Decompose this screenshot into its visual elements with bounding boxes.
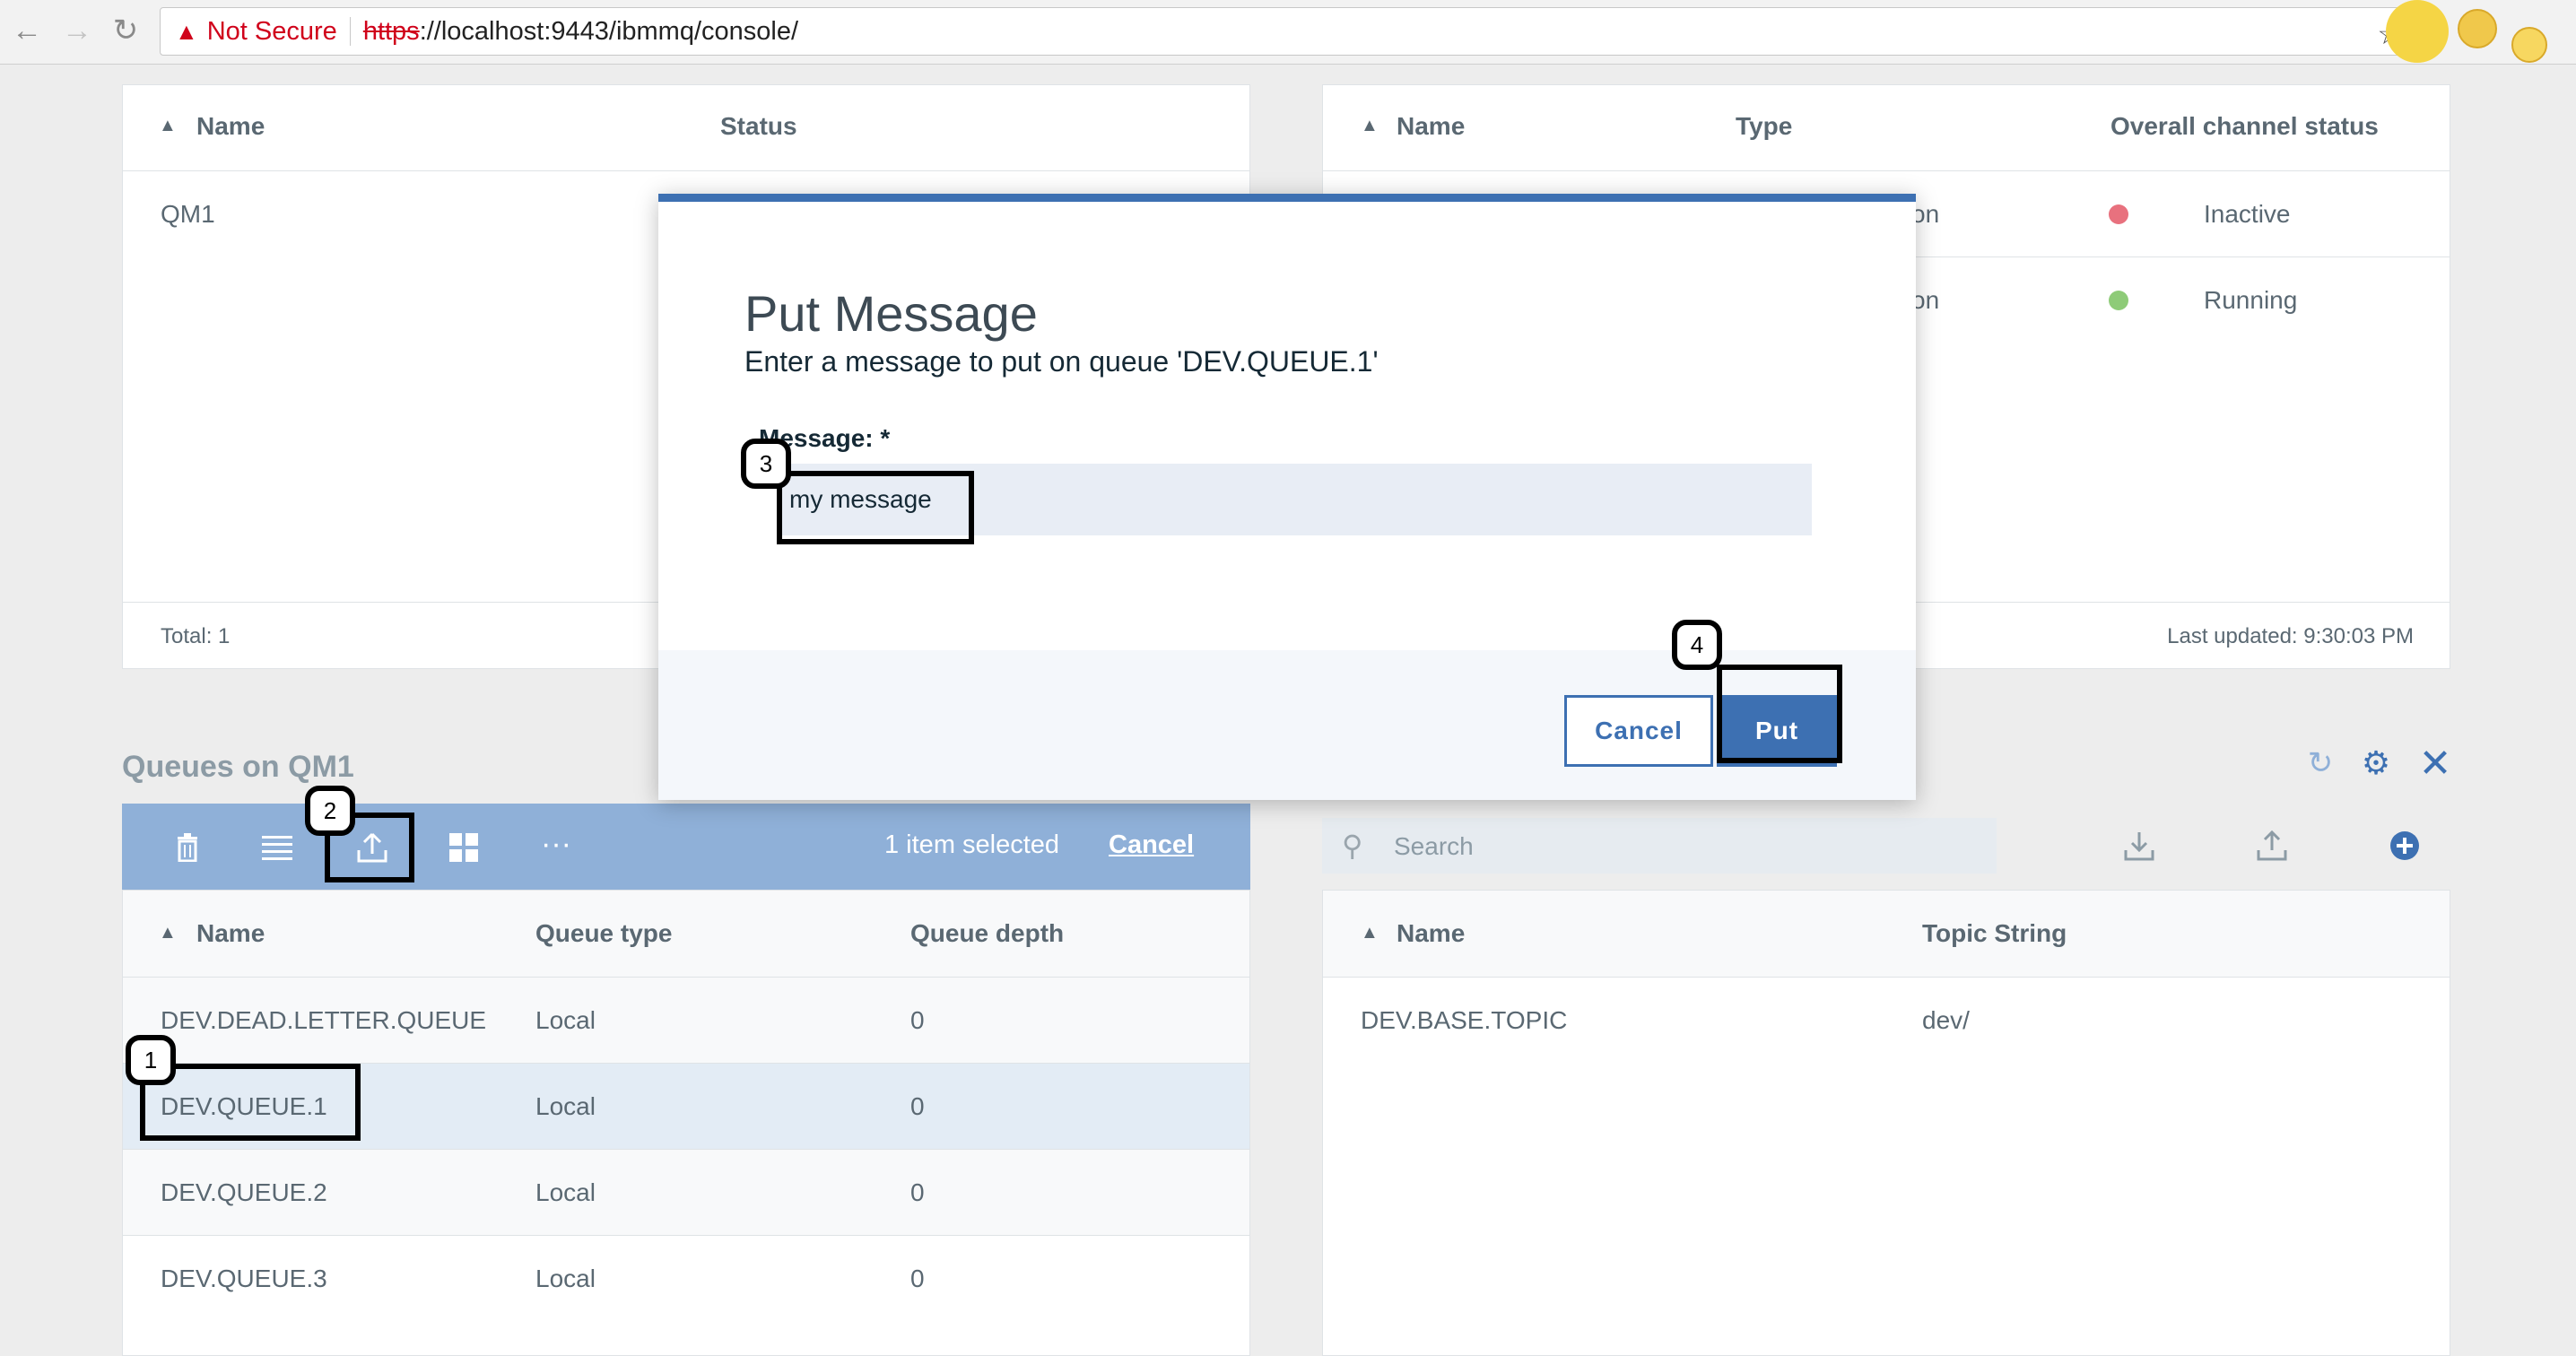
- sort-ascending-icon[interactable]: ▲: [159, 116, 177, 136]
- queue-name: DEV.QUEUE.2: [161, 1178, 327, 1206]
- table-row[interactable]: DEV.QUEUE.2 Local 0: [123, 1149, 1249, 1235]
- extension-icon[interactable]: [2511, 27, 2547, 63]
- inactive-status-icon: [2109, 204, 2128, 224]
- column-header-name[interactable]: Name: [1397, 112, 1465, 141]
- queue-type: Local: [535, 1092, 596, 1120]
- topic-name: DEV.BASE.TOPIC: [1361, 1006, 1568, 1034]
- queue-action-toolbar: ··· 1 item selected Cancel: [122, 804, 1250, 890]
- sort-ascending-icon[interactable]: ▲: [1361, 116, 1379, 136]
- total-count: Total: 1: [161, 624, 231, 648]
- column-header-status[interactable]: Status: [720, 112, 797, 141]
- table-row[interactable]: DEV.DEAD.LETTER.QUEUE Local 0: [123, 977, 1249, 1063]
- callout-badge-1: 1: [126, 1035, 176, 1085]
- reload-icon[interactable]: ↻: [108, 13, 144, 48]
- callout-badge-2: 2: [305, 786, 355, 836]
- add-icon[interactable]: [2382, 823, 2427, 868]
- topic-string: dev/: [1922, 1006, 1970, 1034]
- column-header-topic-string[interactable]: Topic String: [1922, 919, 2067, 948]
- callout-badge-4: 4: [1672, 620, 1722, 670]
- queue-depth: 0: [910, 1178, 925, 1206]
- column-header-type[interactable]: Type: [1736, 112, 1792, 141]
- settings-gear-icon[interactable]: ⚙: [2354, 741, 2398, 786]
- topics-table: ▲ Name Topic String DEV.BASE.TOPIC dev/: [1322, 890, 2450, 1356]
- column-header-channel-status[interactable]: Overall channel status: [2110, 112, 2379, 141]
- channel-status: Running: [2204, 286, 2298, 314]
- search-icon: ⚲: [1342, 830, 1363, 862]
- table-header: ▲ Name Queue type Queue depth: [123, 891, 1249, 977]
- topic-search-input[interactable]: ⚲ Search: [1322, 818, 1997, 874]
- column-header-name[interactable]: Name: [196, 112, 265, 141]
- forward-icon[interactable]: →: [59, 13, 95, 48]
- url-separator: [349, 17, 351, 46]
- download-icon[interactable]: [2117, 823, 2162, 868]
- table-header: ▲ Name Status: [123, 85, 1249, 170]
- delete-icon[interactable]: [165, 825, 210, 870]
- queue-type: Local: [535, 1265, 596, 1292]
- extension-icon[interactable]: [2458, 9, 2497, 48]
- column-header-name[interactable]: Name: [196, 919, 265, 948]
- upload-icon[interactable]: [2250, 823, 2294, 868]
- queue-name: DEV.DEAD.LETTER.QUEUE: [161, 1006, 487, 1034]
- queue-depth: 0: [910, 1265, 925, 1292]
- table-header: ▲ Name Type Overall channel status: [1323, 85, 2450, 170]
- back-icon[interactable]: ←: [9, 13, 45, 48]
- cancel-button[interactable]: Cancel: [1564, 695, 1713, 767]
- table-row[interactable]: DEV.QUEUE.3 Local 0: [123, 1235, 1249, 1321]
- refresh-icon[interactable]: ↻: [2298, 741, 2343, 786]
- column-header-name[interactable]: Name: [1397, 919, 1465, 948]
- more-options-icon[interactable]: ···: [529, 821, 583, 866]
- put-message-dialog: Put Message Enter a message to put on qu…: [658, 194, 1916, 800]
- dialog-subtitle: Enter a message to put on queue 'DEV.QUE…: [744, 345, 1379, 378]
- cancel-selection-link[interactable]: Cancel: [1109, 830, 1194, 860]
- url-path: ://localhost:9443/ibmmq/console/: [419, 16, 799, 46]
- table-header: ▲ Name Topic String: [1323, 891, 2450, 977]
- callout-box-4: [1717, 665, 1842, 763]
- column-header-queue-type[interactable]: Queue type: [535, 919, 672, 948]
- selection-count: 1 item selected: [884, 830, 1060, 859]
- callout-box-3: [777, 471, 974, 544]
- running-status-icon: [2109, 291, 2128, 310]
- sort-ascending-icon[interactable]: ▲: [159, 923, 177, 943]
- not-secure-label: Not Secure: [206, 16, 337, 46]
- queue-depth: 0: [910, 1092, 925, 1120]
- queue-name: DEV.QUEUE.3: [161, 1265, 327, 1292]
- url-scheme: https: [362, 16, 420, 46]
- list-view-icon[interactable]: [255, 825, 300, 870]
- queues-section-title: Queues on QM1: [122, 750, 354, 784]
- grid-view-icon[interactable]: [441, 825, 486, 870]
- queue-depth: 0: [910, 1006, 925, 1034]
- last-updated: Last updated: 9:30:03 PM: [2167, 624, 2414, 648]
- warning-icon: ▲: [175, 17, 198, 45]
- address-bar[interactable]: ▲ Not Secure https ://localhost:9443/ibm…: [160, 7, 2418, 56]
- qm-name: QM1: [161, 200, 215, 228]
- queue-type: Local: [535, 1006, 596, 1034]
- sort-ascending-icon[interactable]: ▲: [1361, 923, 1379, 943]
- close-icon[interactable]: ✕: [2413, 741, 2458, 786]
- queue-type: Local: [535, 1178, 596, 1206]
- extension-icon[interactable]: [2386, 0, 2449, 63]
- table-row[interactable]: DEV.BASE.TOPIC dev/: [1323, 977, 2450, 1063]
- dialog-title: Put Message: [744, 285, 1038, 342]
- callout-badge-3: 3: [741, 439, 791, 489]
- search-placeholder: Search: [1394, 832, 1474, 860]
- column-header-queue-depth[interactable]: Queue depth: [910, 919, 1064, 948]
- channel-status: Inactive: [2204, 200, 2291, 228]
